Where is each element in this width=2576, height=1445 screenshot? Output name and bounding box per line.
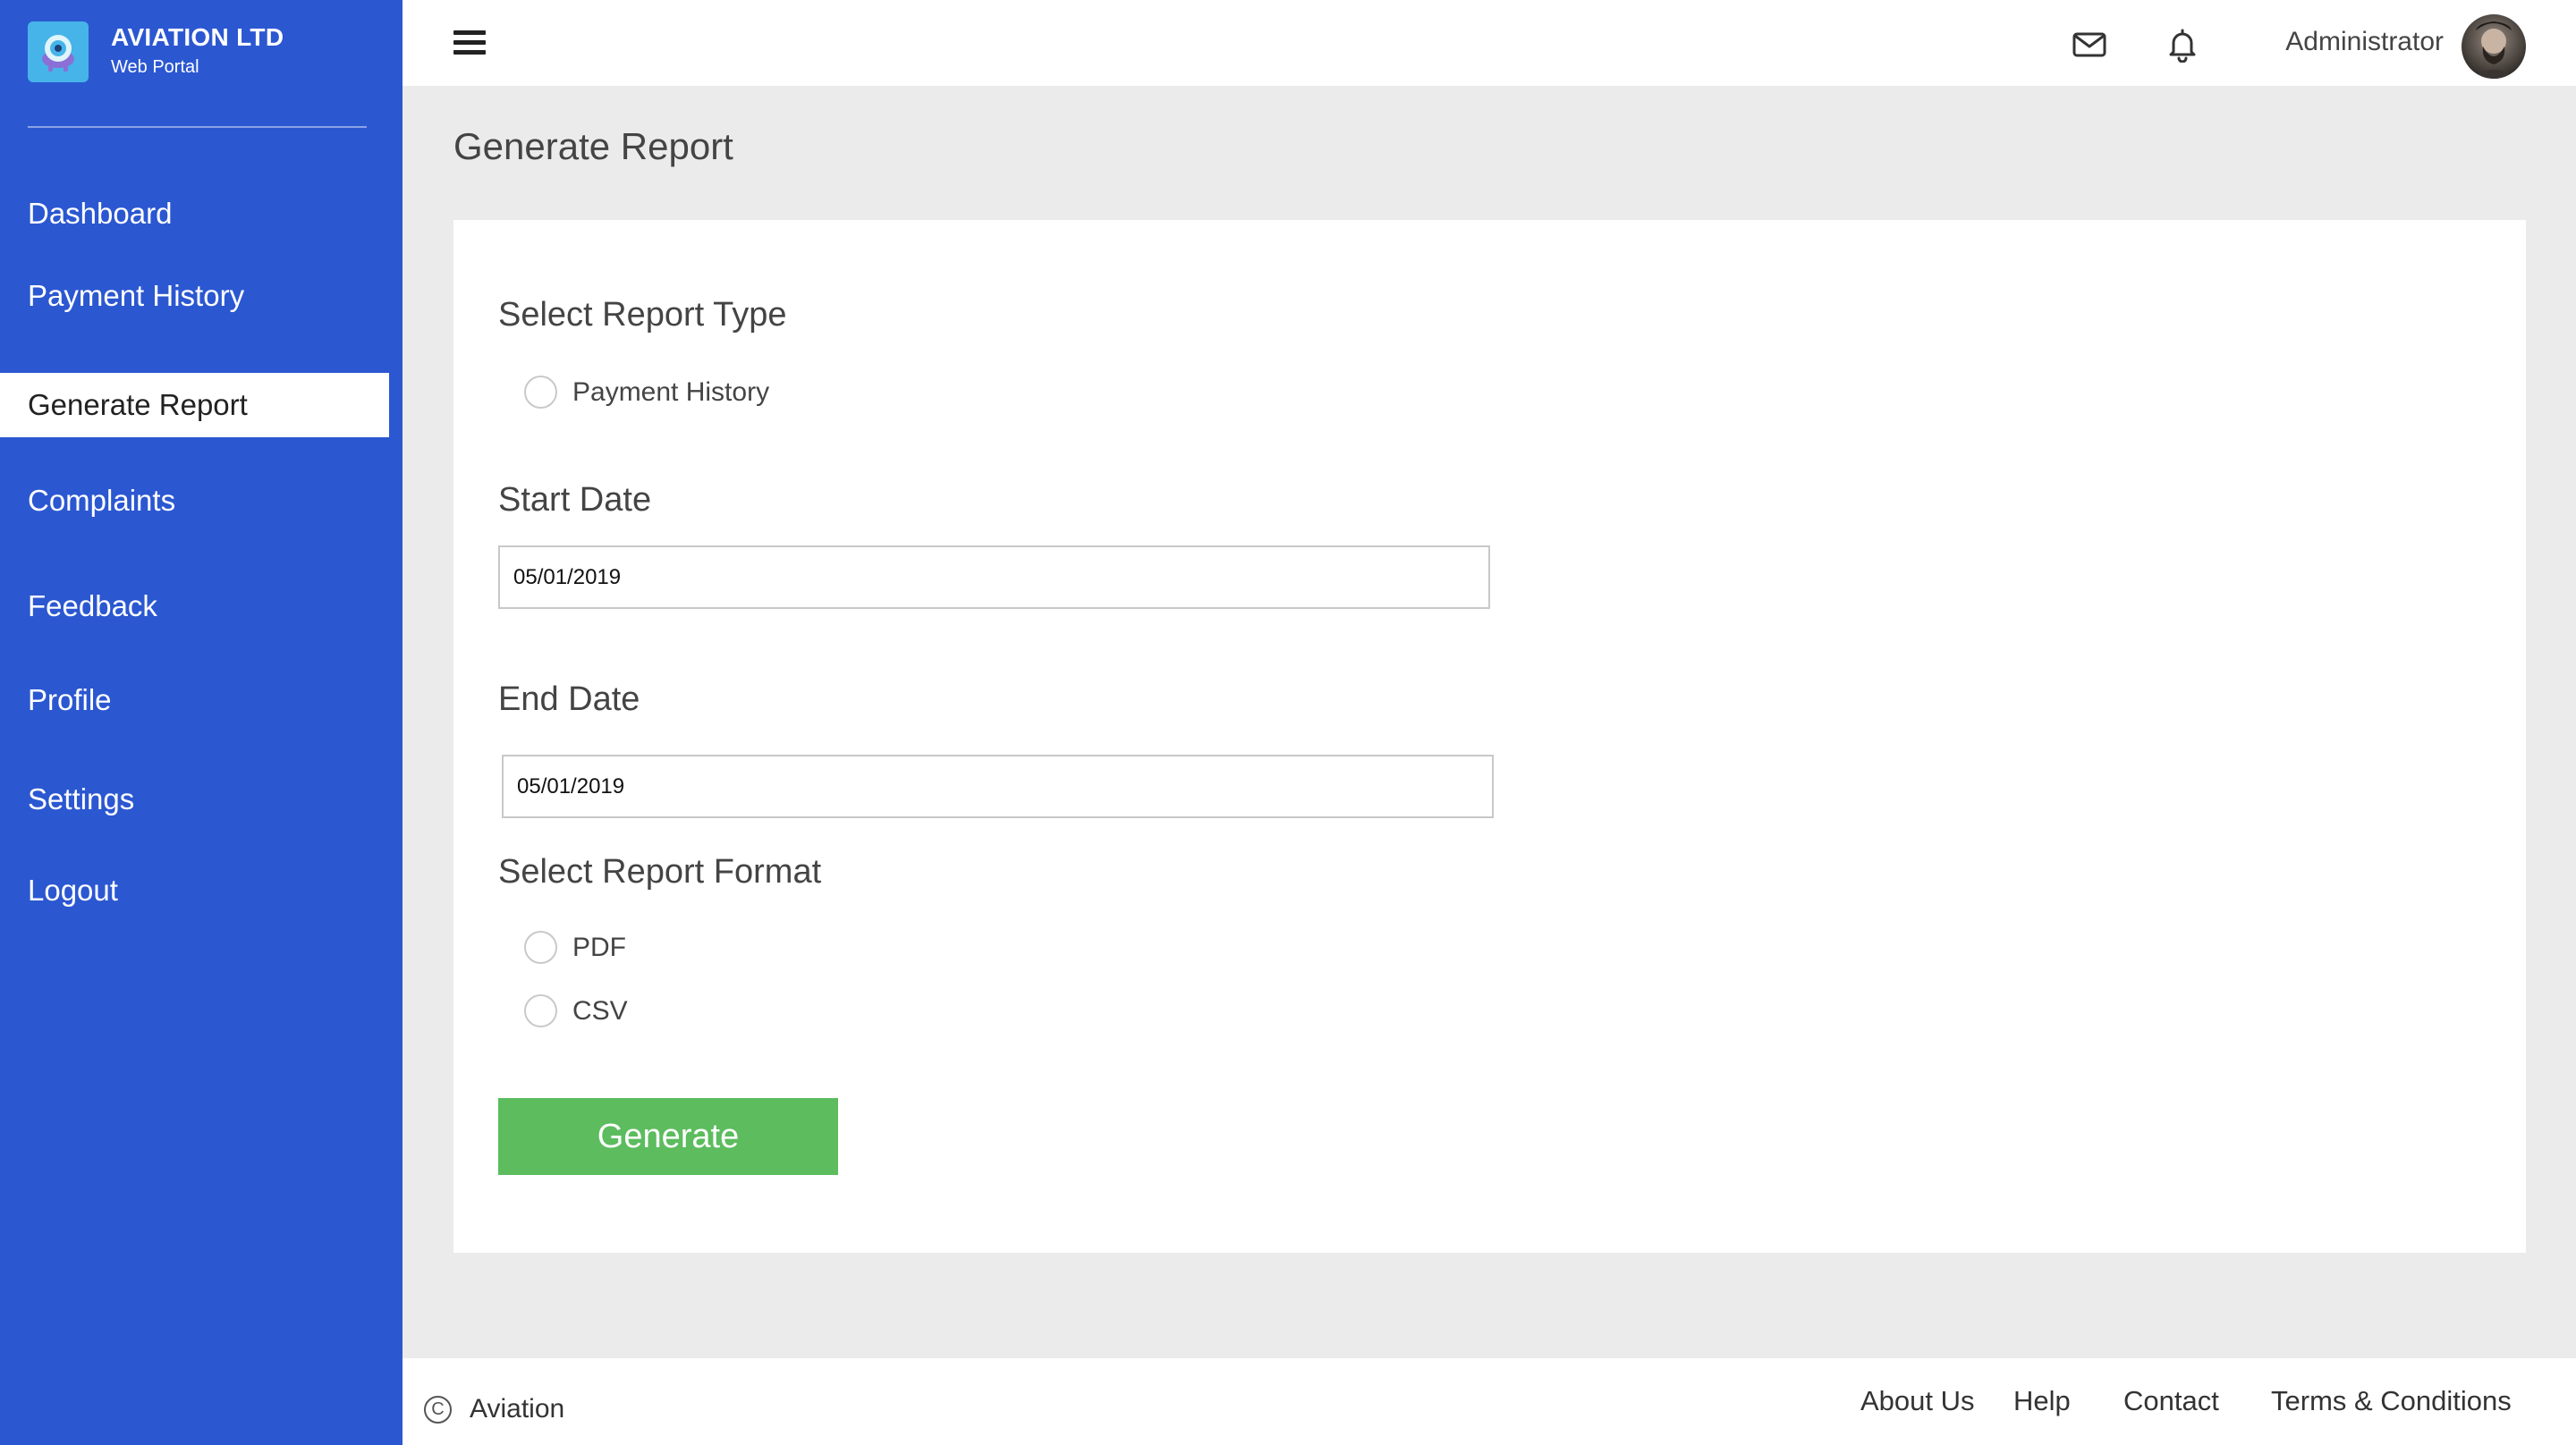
radio-format-csv[interactable]: CSV [524,994,628,1027]
sidebar: AVIATION LTD Web Portal Dashboard Paymen… [0,0,402,1445]
radio-button[interactable] [524,931,557,964]
footer-link-help[interactable]: Help [2013,1385,2071,1417]
aviation-logo-icon [28,21,89,82]
hamburger-menu-icon[interactable] [453,30,486,57]
bell-icon[interactable] [2165,27,2200,63]
report-format-label: Select Report Format [498,853,822,891]
radio-label: PDF [572,932,626,962]
radio-format-pdf[interactable]: PDF [524,931,626,964]
sidebar-item-dashboard[interactable]: Dashboard [0,182,389,246]
start-date-input[interactable] [498,545,1490,609]
sidebar-item-generate-report[interactable]: Generate Report [0,373,389,437]
brand[interactable]: AVIATION LTD Web Portal [28,21,284,82]
sidebar-item-profile[interactable]: Profile [0,668,389,732]
radio-label: CSV [572,995,628,1026]
brand-subtitle: Web Portal [111,57,199,77]
brand-title: AVIATION LTD [111,23,284,51]
footer-link-about-us[interactable]: About Us [1860,1385,1975,1417]
sidebar-item-payment-history[interactable]: Payment History [0,264,389,328]
end-date-input[interactable] [502,755,1494,818]
radio-button[interactable] [524,376,557,409]
report-type-label: Select Report Type [498,296,787,334]
top-header: Administrator [402,0,2576,86]
end-date-label: End Date [498,680,640,718]
copyright: C Aviation [424,1394,564,1424]
radio-report-type-payment-history[interactable]: Payment History [524,376,769,409]
sidebar-item-logout[interactable]: Logout [0,858,389,923]
copyright-icon: C [424,1395,452,1424]
generate-button[interactable]: Generate [498,1098,838,1175]
footer-link-contact[interactable]: Contact [2123,1385,2219,1417]
page-title: Generate Report [453,125,733,167]
footer-link-terms[interactable]: Terms & Conditions [2271,1385,2512,1417]
sidebar-item-feedback[interactable]: Feedback [0,574,389,638]
footer: C Aviation About Us Help Contact Terms &… [402,1358,2576,1445]
start-date-label: Start Date [498,481,652,519]
copyright-text: Aviation [470,1394,565,1424]
radio-button[interactable] [524,994,557,1027]
radio-label: Payment History [572,376,770,407]
sidebar-divider [28,126,367,128]
mail-icon[interactable] [2072,27,2107,63]
avatar[interactable] [2462,14,2526,79]
sidebar-item-complaints[interactable]: Complaints [0,469,389,533]
user-name[interactable]: Administrator [2285,27,2444,57]
report-form-card: Select Report Type Payment History Start… [453,220,2526,1253]
sidebar-item-settings[interactable]: Settings [0,767,389,832]
